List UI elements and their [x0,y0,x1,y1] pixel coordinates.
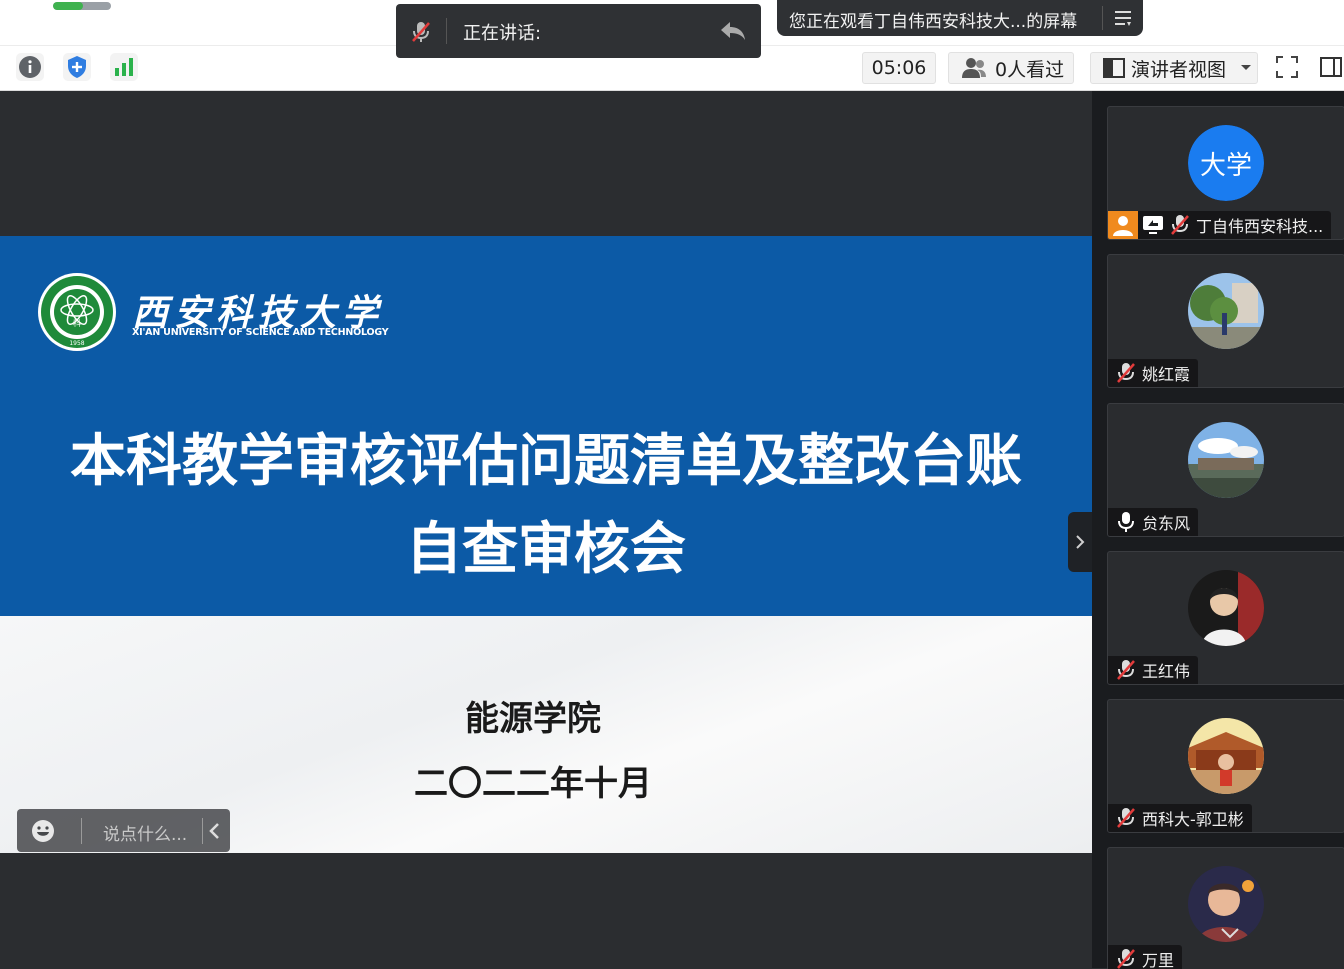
chevron-right-icon [1076,535,1085,549]
menu-icon[interactable] [1113,8,1133,28]
participant-name: 丁自伟西安科技... [1196,217,1324,236]
svg-text:1958: 1958 [69,340,84,347]
meeting-timer: 05:06 [862,52,936,84]
mic-muted-icon [412,22,430,42]
presentation-slide: 科 1958 西安科技大学 XI'AN UNIVERSITY OF SCIENC… [0,236,1092,853]
participant-tile[interactable]: 大学 丁自伟西安科技... [1107,106,1344,240]
avatar: 大学 [1188,125,1264,201]
participant-tile[interactable]: 西科大-郭卫彬 [1107,699,1344,833]
layout-icon [1103,58,1125,78]
participant-tile[interactable]: 万里 [1107,847,1344,969]
shield-icon[interactable] [63,53,91,81]
emoji-icon[interactable] [31,819,55,843]
viewers-count[interactable]: 0人看过 [948,52,1074,84]
presenter-view-dropdown[interactable]: 演讲者视图 [1090,52,1258,84]
screen-share-icon [1143,216,1163,234]
chevron-down-icon[interactable] [1220,926,1240,940]
fullscreen-icon [1276,56,1298,78]
slide-title-line1: 本科教学审核评估问题清单及整改台账 [70,429,1022,494]
chat-placeholder[interactable]: 说点什么... [103,820,187,845]
participant-name: 贠东风 [1142,514,1191,533]
viewing-banner: 您正在观看丁自伟西安科技大...的屏幕 [777,0,1143,36]
collapse-panel-button[interactable] [1068,512,1092,572]
side-panel-toggle[interactable] [1318,52,1344,82]
mic-muted-icon [1117,808,1135,828]
participant-tile[interactable]: 姚红霞 [1107,254,1344,388]
slide-title-line2: 自查审核会 [406,517,686,582]
presenter-view-label: 演讲者视图 [1131,58,1227,81]
info-icon[interactable] [16,53,44,81]
participant-tile[interactable]: 贠东风 [1107,403,1344,537]
avatar [1188,273,1264,349]
avatar [1188,422,1264,498]
university-emblem: 科 1958 [38,273,116,351]
participant-name: 王红伟 [1142,662,1191,681]
chevron-down-icon [1241,65,1252,70]
mic-muted-icon [1171,215,1189,235]
speaking-label: 正在讲话: [463,23,542,44]
chevron-left-icon[interactable] [204,820,226,842]
speaking-indicator: 正在讲话: [396,4,761,58]
university-name-en: XI'AN UNIVERSITY OF SCIENCE AND TECHNOLO… [132,327,389,338]
mic-icon [1118,512,1134,532]
avatar [1188,718,1264,794]
viewers-label: 0人看过 [995,58,1065,81]
slide-date: 二〇二二年十月 [414,764,652,804]
fullscreen-button[interactable] [1272,52,1302,82]
participant-tile[interactable]: 王红伟 [1107,551,1344,685]
participant-name: 姚红霞 [1142,365,1191,384]
users-icon [962,58,986,78]
network-progress-indicator [53,2,111,10]
svg-text:科: 科 [73,318,81,328]
participant-name: 西科大-郭卫彬 [1142,810,1244,829]
avatar [1188,570,1264,646]
slide-college: 能源学院 [465,699,601,739]
host-icon [1108,211,1138,239]
chat-input-bar[interactable]: 说点什么... [17,809,230,852]
mic-muted-icon [1117,949,1135,969]
mic-muted-icon [1117,363,1135,383]
mic-muted-icon [1117,660,1135,680]
reply-arrow-icon[interactable] [718,19,748,43]
panel-icon [1320,57,1342,77]
participant-name: 万里 [1142,951,1175,969]
signal-strength-icon[interactable] [110,53,138,81]
viewing-text: 您正在观看丁自伟西安科技大...的屏幕 [789,12,1078,32]
